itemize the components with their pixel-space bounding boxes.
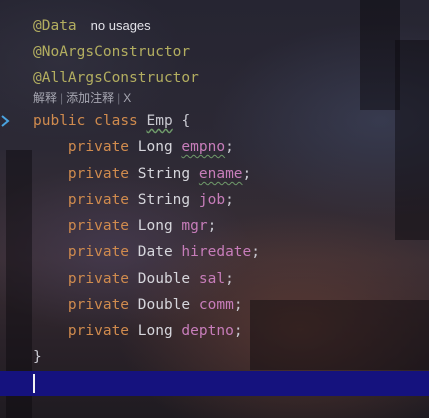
field-name: mgr [181,218,208,234]
field-type: Double [137,271,191,287]
keyword-public: public [33,113,86,129]
annotation-noargs: @NoArgsConstructor [33,44,191,60]
field-line: private Double sal; [33,268,234,290]
modifier-private: private [67,166,130,182]
semicolon: ; [225,271,234,287]
field-line: private Long mgr; [33,215,216,237]
semicolon: ; [207,218,217,234]
field-type: String [137,192,191,208]
modifier-private: private [67,271,130,287]
modifier-private: private [67,244,130,260]
field-type: Date [137,244,173,260]
explain-link[interactable]: 解释 [33,91,57,105]
annotation-line-data: @Data no usages [33,15,151,37]
add-comment-link[interactable]: 添加注释 [66,91,114,105]
class-name: Emp [146,113,173,129]
modifier-private: private [67,192,130,208]
field-line: private Date hiredate; [33,241,260,263]
code-editor[interactable]: @Data no usages @NoArgsConstructor @AllAr… [0,0,429,418]
field-line: private Long deptno; [33,320,243,342]
field-line: private String job; [33,189,234,211]
field-type: Double [137,297,191,313]
close-brace-line: } [33,346,42,368]
ai-code-vision-hint: 解释 | 添加注释 | X [33,89,131,107]
field-line: private Long empno; [33,136,234,158]
semicolon: ; [225,192,234,208]
keyword-class: class [94,113,138,129]
semicolon: ; [233,297,243,313]
close-brace: } [33,349,42,365]
field-type: Long [137,323,173,339]
open-brace: { [181,113,191,129]
field-name: job [198,192,226,208]
annotation-line-allargs: @AllArgsConstructor [33,67,199,89]
field-name: ename [198,166,243,182]
field-line: private String ename; [33,163,251,185]
class-declaration-line: public class Emp { [33,110,190,132]
modifier-private: private [67,323,130,339]
field-name: comm [198,297,234,313]
field-name: deptno [181,323,234,339]
field-type: Long [137,218,173,234]
text-caret [33,374,35,393]
hint-separator: | [60,91,64,105]
modifier-private: private [67,218,130,234]
field-type: String [137,166,191,182]
field-line: private Double comm; [33,294,243,316]
annotation-data: @Data [33,18,77,34]
field-name: sal [198,271,226,287]
annotation-line-noargs: @NoArgsConstructor [33,41,190,63]
semicolon: ; [225,139,234,155]
field-name: empno [181,139,226,155]
implementation-chevron-icon[interactable] [0,113,10,127]
usages-inlay-hint[interactable]: no usages [91,18,151,33]
semicolon: ; [251,244,260,260]
semicolon: ; [242,166,252,182]
field-type: Long [137,139,173,155]
hint-separator: | [117,91,121,105]
annotation-allargs: @AllArgsConstructor [33,70,199,86]
modifier-private: private [67,297,130,313]
field-name: hiredate [181,244,252,260]
close-hint-button[interactable]: X [123,91,131,105]
semicolon: ; [233,323,243,339]
modifier-private: private [67,139,130,155]
